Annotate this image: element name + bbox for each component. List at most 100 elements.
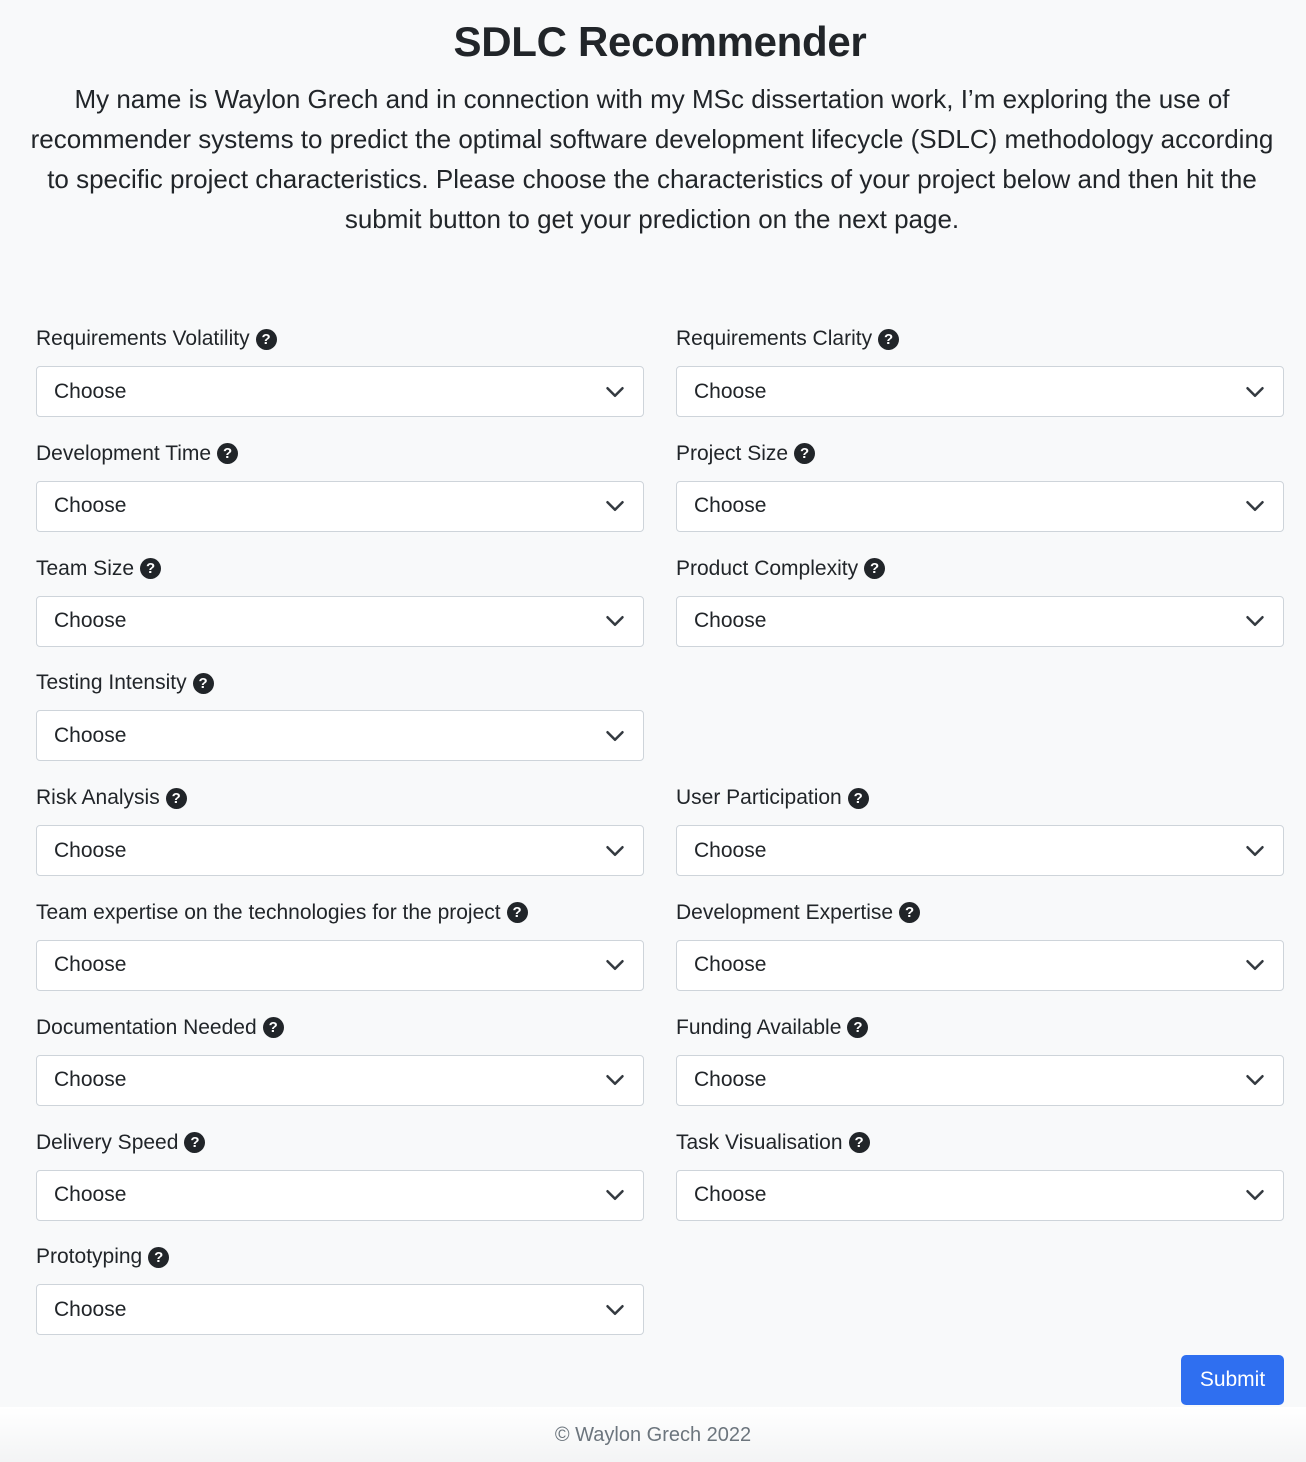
field-delivery-speed: Delivery Speed? Choose bbox=[36, 1126, 644, 1241]
chevron-down-icon bbox=[605, 496, 625, 516]
form-row: Delivery Speed? Choose Task Visualisation?… bbox=[36, 1126, 1284, 1241]
team-size-select[interactable]: Choose bbox=[36, 595, 644, 647]
question-circle-icon[interactable]: ? bbox=[848, 1132, 870, 1154]
chevron-down-icon bbox=[605, 382, 625, 402]
form-row: Team expertise on the technologies for t… bbox=[36, 896, 1284, 1011]
field-label: Development Time? bbox=[36, 437, 644, 471]
question-circle-icon[interactable]: ? bbox=[847, 787, 869, 809]
question-circle-icon[interactable]: ? bbox=[794, 443, 816, 465]
question-circle-icon[interactable]: ? bbox=[864, 558, 886, 580]
field-label: Development Expertise? bbox=[676, 896, 1284, 930]
task-visualisation-select[interactable]: Choose bbox=[676, 1169, 1284, 1221]
select-value: Choose bbox=[54, 1183, 127, 1207]
field-requirements-clarity: Requirements Clarity? Choose bbox=[676, 322, 1284, 437]
field-task-visualisation: Task Visualisation? Choose bbox=[676, 1126, 1284, 1241]
delivery-speed-select[interactable]: Choose bbox=[36, 1169, 644, 1221]
field-label-text: Product Complexity bbox=[676, 556, 859, 580]
field-label-text: Requirements Volatility bbox=[36, 327, 250, 350]
select-value: Choose bbox=[54, 953, 127, 977]
select-value: Choose bbox=[694, 838, 767, 862]
requirements-clarity-select[interactable]: Choose bbox=[676, 366, 1284, 417]
question-circle-icon[interactable]: ? bbox=[217, 443, 239, 465]
chevron-down-icon bbox=[1245, 496, 1265, 516]
field-label-text: Delivery Speed bbox=[36, 1130, 179, 1154]
copyright-text: © Waylon Grech 2022 bbox=[554, 1424, 752, 1446]
field-label-text: Prototyping bbox=[36, 1245, 143, 1269]
chevron-down-icon bbox=[605, 726, 625, 746]
question-circle-icon[interactable]: ? bbox=[847, 1017, 869, 1039]
question-circle-icon[interactable]: ? bbox=[878, 328, 900, 350]
field-label-text: Funding Available bbox=[676, 1015, 842, 1039]
field-label: Testing Intensity? bbox=[36, 666, 644, 700]
form-row: Testing Intensity? Choose bbox=[36, 666, 1284, 781]
form-row: Prototyping? Choose bbox=[36, 1240, 1284, 1355]
question-circle-icon[interactable]: ? bbox=[165, 787, 187, 809]
footer: © Waylon Grech 2022 bbox=[0, 1407, 1306, 1462]
select-value: Choose bbox=[694, 379, 767, 403]
question-circle-icon[interactable]: ? bbox=[148, 1246, 170, 1268]
submit-button[interactable]: Submit bbox=[1181, 1355, 1284, 1405]
field-label: Funding Available? bbox=[676, 1011, 1284, 1045]
field-funding-available: Funding Available? Choose bbox=[676, 1011, 1284, 1126]
prototyping-select[interactable]: Choose bbox=[36, 1284, 644, 1336]
question-circle-icon[interactable]: ? bbox=[255, 328, 277, 350]
funding-available-select[interactable]: Choose bbox=[676, 1054, 1284, 1106]
question-circle-icon[interactable]: ? bbox=[506, 902, 528, 924]
field-documentation-needed: Documentation Needed? Choose bbox=[36, 1011, 644, 1126]
field-risk-analysis: Risk Analysis? Choose bbox=[36, 781, 644, 896]
form-row: Risk Analysis? Choose User Participation? C… bbox=[36, 781, 1284, 896]
field-testing-intensity: Testing Intensity? Choose bbox=[36, 666, 644, 781]
chevron-down-icon bbox=[605, 955, 625, 975]
field-label-text: Team expertise on the technologies for t… bbox=[36, 900, 501, 924]
chevron-down-icon bbox=[1245, 382, 1265, 402]
question-circle-icon[interactable]: ? bbox=[192, 672, 214, 694]
field-label: Project Size? bbox=[676, 437, 1284, 471]
team-expertise-on-the-technologies-for-the-project-select[interactable]: Choose bbox=[36, 939, 644, 991]
form-row: Requirements Volatility? Choose Requiremen… bbox=[36, 322, 1284, 437]
select-value: Choose bbox=[54, 723, 127, 747]
question-circle-icon[interactable]: ? bbox=[140, 558, 162, 580]
field-label-text: Risk Analysis bbox=[36, 786, 160, 810]
field-team-size: Team Size? Choose bbox=[36, 552, 644, 667]
product-complexity-select[interactable]: Choose bbox=[676, 595, 1284, 647]
field-prototyping: Prototyping? Choose bbox=[36, 1240, 644, 1355]
select-value: Choose bbox=[694, 494, 767, 518]
risk-analysis-select[interactable]: Choose bbox=[36, 825, 644, 877]
field-label: Requirements Clarity? bbox=[676, 322, 1284, 356]
testing-intensity-select[interactable]: Choose bbox=[36, 710, 644, 762]
field-label: Documentation Needed? bbox=[36, 1011, 644, 1045]
chevron-down-icon bbox=[605, 1300, 625, 1320]
field-project-size: Project Size? Choose bbox=[676, 437, 1284, 552]
user-participation-select[interactable]: Choose bbox=[676, 825, 1284, 877]
chevron-down-icon bbox=[1245, 611, 1265, 631]
field-label: User Participation? bbox=[676, 781, 1284, 815]
field-label: Delivery Speed? bbox=[36, 1126, 644, 1160]
chevron-down-icon bbox=[605, 1185, 625, 1205]
question-circle-icon[interactable]: ? bbox=[262, 1017, 284, 1039]
field-label-text: Requirements Clarity bbox=[676, 327, 873, 350]
chevron-down-icon bbox=[605, 1070, 625, 1090]
chevron-down-icon bbox=[605, 841, 625, 861]
development-time-select[interactable]: Choose bbox=[36, 480, 644, 532]
field-label-text: Documentation Needed bbox=[36, 1015, 257, 1039]
chevron-down-icon bbox=[1245, 955, 1265, 975]
development-expertise-select[interactable]: Choose bbox=[676, 939, 1284, 991]
chevron-down-icon bbox=[1245, 1070, 1265, 1090]
intro-text: My name is Waylon Grech and in connectio… bbox=[30, 84, 1274, 234]
select-value: Choose bbox=[54, 494, 127, 518]
chevron-down-icon bbox=[1245, 1185, 1265, 1205]
documentation-needed-select[interactable]: Choose bbox=[36, 1054, 644, 1106]
page-container: SDLC Recommender My name is Waylon Grech… bbox=[0, 0, 1306, 239]
form-row: Development Time? Choose Project Size? Choo… bbox=[36, 437, 1284, 552]
requirements-volatility-select[interactable]: Choose bbox=[36, 366, 644, 417]
select-value: Choose bbox=[54, 609, 127, 633]
project-size-select[interactable]: Choose bbox=[676, 480, 1284, 532]
form-row: Team Size? Choose Product Complexity? Choos… bbox=[36, 552, 1284, 667]
select-value: Choose bbox=[694, 1068, 767, 1092]
field-label-text: Team Size bbox=[36, 556, 135, 580]
select-value: Choose bbox=[54, 1068, 127, 1092]
question-circle-icon[interactable]: ? bbox=[184, 1132, 206, 1154]
field-label: Requirements Volatility? bbox=[36, 322, 644, 356]
select-value: Choose bbox=[694, 953, 767, 977]
question-circle-icon[interactable]: ? bbox=[899, 902, 921, 924]
